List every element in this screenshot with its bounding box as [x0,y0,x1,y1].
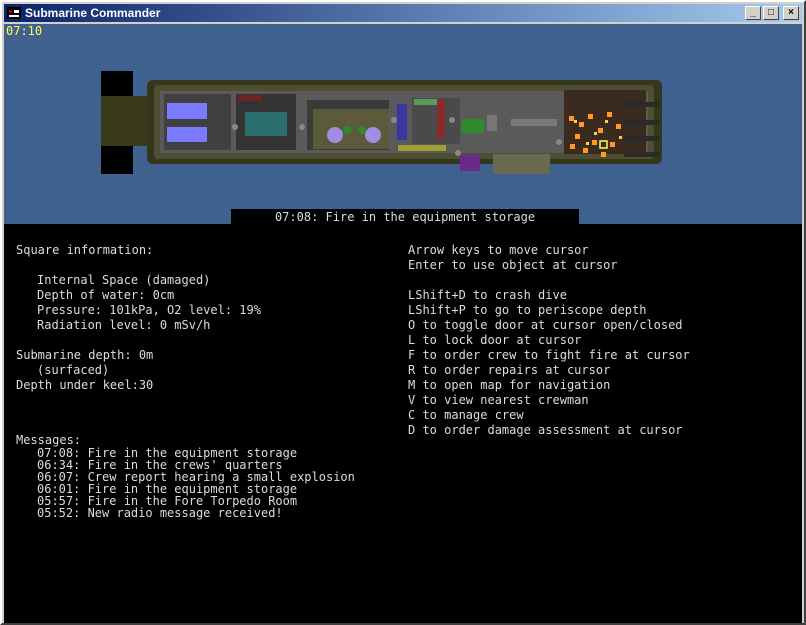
bunk [398,145,446,151]
equipment-storage [493,154,550,174]
title-bar[interactable]: Submarine Commander _ □ × [4,4,802,22]
help-move-cursor: Arrow keys to move cursor [408,243,589,257]
engine-console [238,95,262,101]
help-command: LShift+D to crash dive [408,288,567,302]
radiation-level: Radiation level: 0 mSv/h [37,318,211,332]
door[interactable] [455,150,461,156]
water-depth: Depth of water: 0cm [37,288,175,302]
help-command: V to view nearest crewman [408,393,589,407]
crew-marker [343,126,351,134]
help-command: R to order repairs at cursor [408,363,611,377]
bunk [511,119,557,126]
engine-block [245,112,287,136]
help-command: C to manage crew [408,408,524,422]
submarine-depth: Submarine depth: 0m [16,348,154,362]
latest-message-banner: 07:08: Fire in the equipment storage [231,209,579,225]
close-button[interactable]: × [783,6,799,20]
square-info-heading: Square information: [16,243,154,257]
mess-table [462,119,484,133]
door[interactable] [449,117,455,123]
square-name: Internal Space (damaged) [37,273,211,287]
help-command: M to open map for navigation [408,378,611,392]
aft-tank-lower [167,127,207,142]
surface-state: (surfaced) [37,363,110,377]
pressure-o2: Pressure: 101kPa, O2 level: 19% [37,303,261,317]
door[interactable] [391,117,397,123]
window-title: Submarine Commander [25,6,161,20]
app-icon [7,7,21,19]
help-command: LShift+P to go to periscope depth [408,303,647,317]
crew-marker [358,126,366,134]
control-panel [397,104,407,140]
message-item: 05:52: New radio message received! [37,506,283,520]
help-command: L to lock door at cursor [408,333,582,347]
quarters-fixture [414,99,438,105]
door[interactable] [556,139,562,145]
help-use-object: Enter to use object at cursor [408,258,618,272]
maximize-button[interactable]: □ [763,6,779,20]
crew-marker [365,127,381,143]
help-command: F to order crew to fight fire at cursor [408,348,690,362]
app-window: Submarine Commander _ □ × 07:10 07:08: F… [0,0,806,625]
help-command: O to toggle door at cursor open/closed [408,318,683,332]
game-view[interactable]: 07:10 07:08: Fire in the equipment stora… [4,24,802,623]
minimize-button[interactable]: _ [745,6,761,20]
locker [487,115,497,131]
help-command: D to order damage assessment at cursor [408,423,683,437]
door[interactable] [299,124,305,130]
submarine-map[interactable] [4,24,802,224]
crew-marker [327,127,343,143]
storage-crate [460,155,480,171]
door[interactable] [232,124,238,130]
quarters-wall [437,99,445,139]
aft-tank-upper [167,103,207,119]
depth-under-keel: Depth under keel:30 [16,378,154,392]
